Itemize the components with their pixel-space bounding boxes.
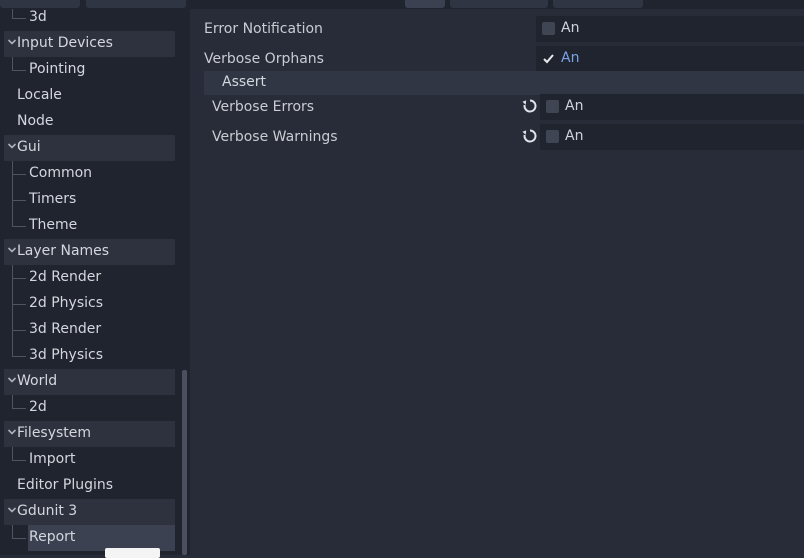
tree-item-common[interactable]: Common — [4, 161, 175, 187]
tab[interactable] — [405, 0, 445, 8]
tab[interactable] — [0, 0, 80, 8]
tree-item-label: Report — [29, 529, 76, 545]
tree-connector — [12, 460, 26, 461]
tree-connector — [12, 57, 13, 70]
chevron-down-icon[interactable] — [7, 505, 17, 515]
check-icon — [543, 54, 554, 64]
tree-connector — [12, 278, 26, 279]
tree-item-3d[interactable]: 3d — [4, 9, 175, 31]
tree-item-gui[interactable]: Gui — [4, 135, 175, 161]
verbose-orphans-field[interactable]: An — [536, 46, 804, 72]
verbose-orphans-value: An — [561, 50, 580, 66]
tree-connector — [12, 525, 13, 538]
revert-icon[interactable] — [522, 128, 538, 144]
tree-item-label: Layer Names — [17, 243, 110, 259]
assert-section-label: Assert — [222, 74, 267, 90]
tooltip — [105, 548, 160, 558]
tree-connector — [12, 265, 13, 356]
tree-connector — [12, 395, 13, 408]
tree-scrollbar[interactable] — [182, 370, 187, 555]
tree-connector — [12, 330, 26, 331]
verbose-errors-checkbox[interactable] — [546, 100, 559, 113]
tree-item-label: Timers — [29, 191, 77, 207]
tree-item-label: Editor Plugins — [17, 477, 114, 493]
tree-connector — [12, 226, 26, 227]
tree-item-2d[interactable]: 2d — [4, 395, 175, 421]
tab[interactable] — [86, 0, 186, 8]
tree-item-label: Import — [29, 451, 76, 467]
tree-item-input-devices[interactable]: Input Devices — [4, 31, 175, 57]
chevron-down-icon[interactable] — [7, 141, 17, 151]
tree-item-3d-render[interactable]: 3d Render — [4, 317, 175, 343]
tree-item-label: World — [17, 373, 58, 389]
tab[interactable] — [450, 0, 548, 8]
tree-item-label: Gui — [17, 139, 41, 155]
tree-item-filesystem[interactable]: Filesystem — [4, 421, 175, 447]
error-notification-checkbox[interactable] — [542, 22, 555, 35]
tree-item-editor-plugins[interactable]: Editor Plugins — [4, 473, 175, 499]
error-notification-value: An — [561, 20, 580, 36]
chevron-down-icon[interactable] — [7, 375, 17, 385]
tree-item-gdunit-3[interactable]: Gdunit 3 — [4, 499, 175, 525]
error-notification-label: Error Notification — [204, 21, 323, 37]
tree-connector — [12, 538, 26, 539]
assert-section-header[interactable]: Assert — [204, 71, 804, 95]
tree-item-import[interactable]: Import — [4, 447, 175, 473]
verbose-orphans-checkbox[interactable] — [542, 52, 555, 65]
tree-item-layer-names[interactable]: Layer Names — [4, 239, 175, 265]
tree-item-label: Theme — [29, 217, 78, 233]
verbose-warnings-value: An — [565, 128, 584, 144]
tree-connector — [12, 356, 26, 357]
tree-item-label: Common — [29, 165, 93, 181]
tree-connector — [12, 408, 26, 409]
tree-item-label: Node — [17, 113, 54, 129]
verbose-errors-value: An — [565, 98, 584, 114]
tree-item-label: 2d — [29, 399, 47, 415]
tree-item-node[interactable]: Node — [4, 109, 175, 135]
revert-icon[interactable] — [522, 98, 538, 114]
settings-tree: 3d Input Devices Pointing Locale Node Gui Comm… — [0, 9, 190, 555]
tree-item-2d-render[interactable]: 2d Render — [4, 265, 175, 291]
verbose-warnings-label: Verbose Warnings — [212, 129, 338, 145]
tab-bar — [0, 0, 804, 9]
verbose-warnings-field[interactable]: An — [540, 124, 804, 150]
tree-item-label: Gdunit 3 — [17, 503, 78, 519]
tree-item-2d-physics[interactable]: 2d Physics — [4, 291, 175, 317]
tree-connector — [12, 18, 26, 19]
tree-item-world[interactable]: World — [4, 369, 175, 395]
tree-item-label: Input Devices — [17, 35, 113, 51]
verbose-warnings-checkbox[interactable] — [546, 130, 559, 143]
tree-item-3d-physics[interactable]: 3d Physics — [4, 343, 175, 369]
verbose-orphans-label: Verbose Orphans — [204, 51, 324, 67]
chevron-down-icon[interactable] — [7, 427, 17, 437]
tree-item-locale[interactable]: Locale — [4, 83, 175, 109]
tree-item-label: 2d Render — [29, 269, 102, 285]
tree-item-label: 3d Render — [29, 321, 102, 337]
tree-connector — [12, 447, 13, 460]
verbose-errors-label: Verbose Errors — [212, 99, 315, 115]
tree-connector — [12, 9, 13, 18]
error-notification-field[interactable]: An — [536, 16, 804, 42]
tree-item-pointing[interactable]: Pointing — [4, 57, 175, 83]
tree-item-label: Filesystem — [17, 425, 92, 441]
tree-connector — [12, 200, 26, 201]
property-panel: Error Notification An Verbose Orphans An… — [199, 9, 804, 555]
tree-connector — [12, 70, 26, 71]
chevron-down-icon[interactable] — [7, 37, 17, 47]
tree-item-label: 2d Physics — [29, 295, 104, 311]
tree-item-timers[interactable]: Timers — [4, 187, 175, 213]
tree-connector — [12, 174, 26, 175]
tree-connector — [12, 304, 26, 305]
tab[interactable] — [553, 0, 643, 8]
tree-item-theme[interactable]: Theme — [4, 213, 175, 239]
tree-connector — [12, 161, 13, 226]
tree-item-label: 3d — [29, 9, 47, 25]
tree-item-label: 3d Physics — [29, 347, 104, 363]
chevron-down-icon[interactable] — [7, 245, 17, 255]
tree-item-label: Pointing — [29, 61, 86, 77]
tree-item-label: Locale — [17, 87, 62, 103]
verbose-errors-field[interactable]: An — [540, 94, 804, 120]
